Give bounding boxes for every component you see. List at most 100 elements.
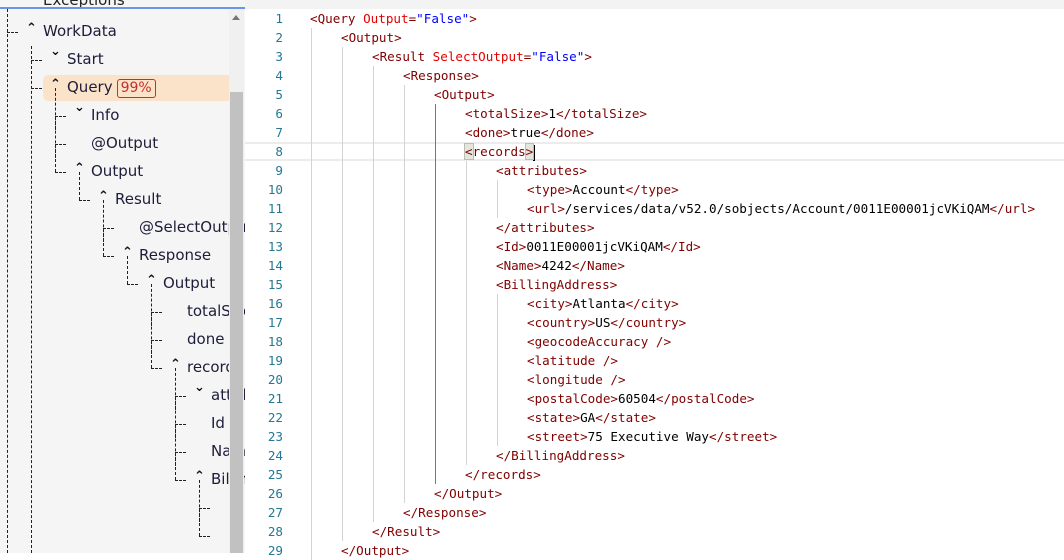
scrollbar-thumb[interactable] — [230, 92, 243, 553]
tree-item[interactable]: ⌃BillingAddress — [0, 452, 245, 494]
tree-item[interactable]: ⌃ Response — [0, 228, 229, 270]
indent-guide — [497, 427, 498, 446]
indent-guide — [311, 313, 312, 332]
xml-attr: SelectOutput — [432, 49, 524, 64]
code-line[interactable]: 19 <latitude /> — [245, 351, 1064, 370]
indent-guide — [311, 351, 312, 370]
code-line[interactable]: 28 </Result> — [245, 522, 1064, 541]
tree-connector — [55, 172, 66, 173]
tree-item-label: done — [187, 330, 224, 348]
tree-item[interactable] — [0, 480, 229, 522]
tree-item[interactable]: totalSize — [0, 284, 245, 326]
code-line[interactable]: 10 <type>Account</type> — [245, 180, 1064, 199]
code-text: <state>GA</state> — [527, 408, 656, 427]
tree-item[interactable]: @Output — [0, 116, 229, 158]
code-line[interactable]: 24 </BillingAddress> — [245, 446, 1064, 465]
chevron-down-icon[interactable]: ⌄ — [74, 100, 85, 115]
tree-item[interactable]: ⌃ records — [0, 340, 243, 382]
code-line[interactable]: 5 <Output> — [245, 85, 1064, 104]
code-line[interactable]: 2 <Output> — [245, 28, 1064, 47]
code-line[interactable]: 3 <Result SelectOutput="False"> — [245, 47, 1064, 66]
code-line[interactable]: 27 </Response> — [245, 503, 1064, 522]
code-line[interactable]: 25 </records> — [245, 465, 1064, 484]
code-line[interactable]: 1 <Query Output="False"> — [245, 9, 1064, 28]
indent-guide — [435, 104, 436, 123]
code-line[interactable]: 8 <records> — [245, 142, 1064, 161]
indent-guide — [373, 408, 374, 427]
code-line[interactable]: 22 <state>GA</state> — [245, 408, 1064, 427]
tree-item-text: Start — [67, 50, 104, 68]
code-line[interactable]: 6 <totalSize>1</totalSize> — [245, 104, 1064, 123]
indent-guide — [404, 256, 405, 275]
indent-guide — [435, 123, 436, 142]
tree-item[interactable]: ⌃ Result — [0, 172, 229, 214]
indent-guide — [435, 427, 436, 446]
line-number: 23 — [267, 429, 283, 444]
tree-connector — [55, 144, 66, 145]
tree-item[interactable]: ⌃ Output — [0, 144, 229, 186]
line-number: 26 — [267, 486, 283, 501]
indent-guide — [466, 408, 467, 427]
chevron-up-icon[interactable]: ⌃ — [26, 21, 37, 36]
indent-guide — [497, 389, 498, 408]
tree-item[interactable] — [0, 508, 229, 550]
indent-guide — [311, 66, 312, 85]
tree-item[interactable]: ⌄attributes — [0, 368, 245, 410]
code-line[interactable]: 11 <url>/services/data/v52.0/sobjects/Acc… — [245, 199, 1064, 218]
code-line[interactable]: 15 <BillingAddress> — [245, 275, 1064, 294]
indent-guide — [404, 408, 405, 427]
tree-connector — [103, 256, 114, 257]
tree-item[interactable]: ⌃ Output — [0, 256, 229, 298]
code-line[interactable]: 23 <street>75 Executive Way</street> — [245, 427, 1064, 446]
tree-item-text: done — [187, 330, 225, 348]
code-line[interactable]: 13 <Id>0011E00001jcVKiQAM</Id> — [245, 237, 1064, 256]
tree-item[interactable]: done — [0, 312, 229, 354]
indent-guide — [466, 446, 467, 465]
code-line[interactable]: 16 <city>Atlanta</city> — [245, 294, 1064, 313]
chevron-down-icon[interactable]: ⌄ — [50, 44, 61, 59]
xml-tag: </done> — [540, 125, 594, 140]
tree-item[interactable]: ⌃ WorkData — [0, 14, 229, 46]
code-line[interactable]: 7 <done>true</done> — [245, 123, 1064, 142]
tree-item[interactable]: @SelectOutput — [0, 200, 245, 242]
xml-code-editor[interactable]: 1 <Query Output="False"> 2 <Output> 3 <Result… — [245, 0, 1064, 560]
code-line[interactable]: 21 <postalCode>60504</postalCode> — [245, 389, 1064, 408]
code-line[interactable]: 12 </attributes> — [245, 218, 1064, 237]
tree-item[interactable]: ⌃ Query 99% — [0, 74, 229, 102]
tree-item-label: Start — [67, 50, 104, 68]
xml-text: 4242 — [541, 258, 572, 273]
indent-guide — [435, 161, 436, 180]
tree-item[interactable]: ⌄ Start — [0, 44, 229, 74]
code-line[interactable]: 14 <Name>4242</Name> — [245, 256, 1064, 275]
tree-item-label: Output — [91, 162, 143, 180]
xml-tag: <Id> — [496, 239, 527, 254]
code-line[interactable]: 26 </Output> — [245, 484, 1064, 503]
code-line[interactable]: 17 <country>US</country> — [245, 313, 1064, 332]
indent-guide — [435, 218, 436, 237]
tree-scrollbar[interactable] — [229, 9, 244, 553]
tree-item[interactable]: ⌄ Info — [0, 88, 229, 130]
tree-item-label: Info — [91, 106, 119, 124]
tree-item-label: WorkData — [43, 22, 117, 40]
xml-tag: > — [584, 49, 592, 64]
xml-tag: </Name> — [571, 258, 625, 273]
xml-tag: </type> — [625, 182, 679, 197]
code-line[interactable]: 4 <Response> — [245, 66, 1064, 85]
xml-tag: <Output> — [341, 30, 402, 45]
code-line[interactable]: 29 </Output> — [245, 541, 1064, 560]
indent-guide — [373, 503, 374, 522]
code-text: <Name>4242</Name> — [496, 256, 625, 275]
indent-guide — [466, 237, 467, 256]
tree-item[interactable]: Id — [0, 396, 229, 438]
chevron-down-icon[interactable]: ⌄ — [194, 380, 205, 395]
tree-item-label: Query 99% — [67, 78, 156, 98]
indent-guide — [497, 408, 498, 427]
code-line[interactable]: 18 <geocodeAccuracy /> — [245, 332, 1064, 351]
tree-item[interactable]: Name — [0, 424, 245, 466]
code-line[interactable]: 9 <attributes> — [245, 161, 1064, 180]
scroll-up-arrow-icon[interactable] — [232, 15, 240, 20]
indent-guide — [311, 256, 312, 275]
code-line[interactable]: 20 <longitude /> — [245, 370, 1064, 389]
tree-connector — [175, 424, 186, 425]
indent-guide — [311, 237, 312, 256]
